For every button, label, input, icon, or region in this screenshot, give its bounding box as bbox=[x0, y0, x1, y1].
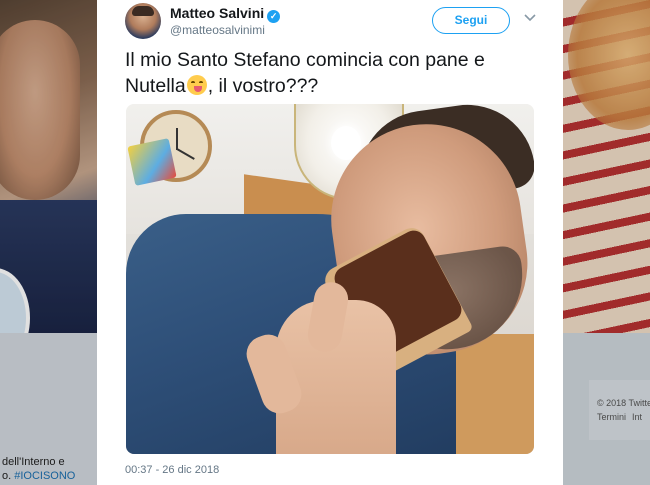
follow-button[interactable]: Segui bbox=[432, 7, 510, 34]
tweet-text-end: , il vostro??? bbox=[207, 75, 319, 97]
chevron-down-icon[interactable] bbox=[523, 11, 537, 25]
author-name[interactable]: Matteo Salvini ✓ bbox=[170, 5, 281, 23]
avatar-hair bbox=[132, 6, 154, 16]
clock-hand-minute bbox=[176, 148, 195, 160]
tweet-text: Il mio Santo Stefano comincia con pane e… bbox=[125, 47, 545, 99]
author-name-text[interactable]: Matteo Salvini bbox=[170, 5, 264, 21]
tweet-header: Matteo Salvini ✓ @matteosalvinimi Segui bbox=[125, 3, 545, 39]
author-handle[interactable]: @matteosalvinimi bbox=[170, 23, 265, 37]
author-avatar[interactable] bbox=[125, 3, 161, 39]
photo-toy bbox=[127, 138, 177, 186]
verified-badge-icon: ✓ bbox=[267, 10, 281, 23]
clock-hand-hour bbox=[176, 128, 178, 150]
tweet-photo[interactable] bbox=[126, 104, 534, 454]
emoji-tongue bbox=[193, 86, 202, 92]
face-savoring-food-emoji bbox=[186, 75, 207, 95]
tweet-modal: Matteo Salvini ✓ @matteosalvinimi Segui I… bbox=[97, 0, 563, 485]
tweet-timestamp[interactable]: 00:37 - 26 dic 2018 bbox=[125, 464, 219, 476]
photo-door bbox=[446, 334, 534, 454]
